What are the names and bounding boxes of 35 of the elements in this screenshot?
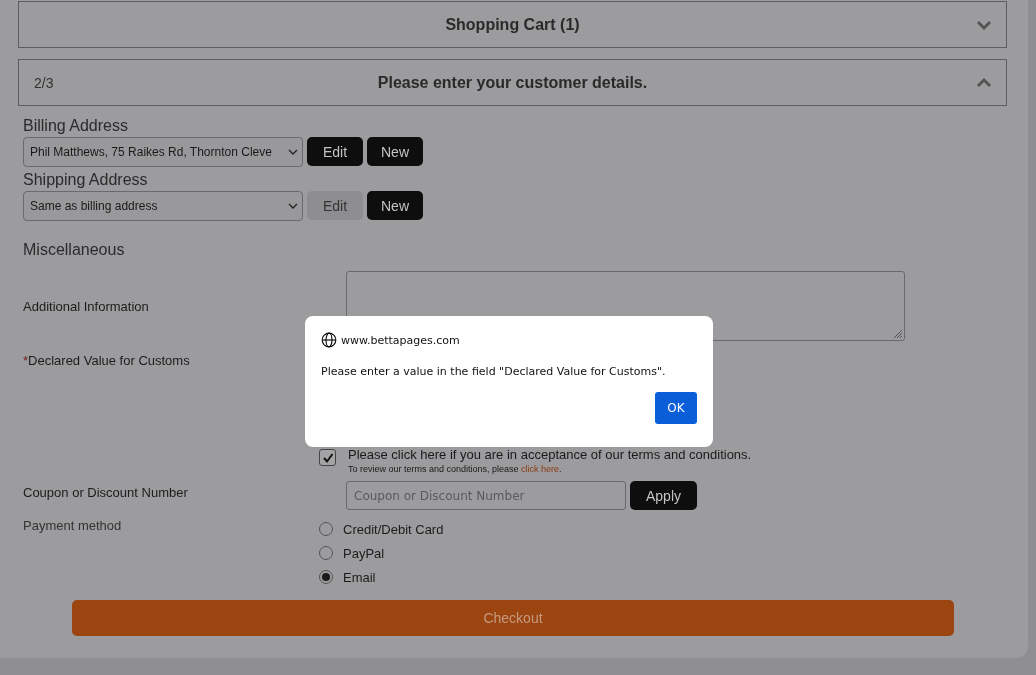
terms-note: To review our terms and conditions, please click here. <box>348 464 563 474</box>
address-dropdown[interactable]: Phil Matthews, 75 Raikes Rd, Thornton Cleve <box>23 137 303 167</box>
ok-button[interactable]: OK <box>655 392 697 424</box>
radio-label: Email <box>343 569 376 585</box>
radio-label: Credit/Debit Card <box>343 521 444 537</box>
check-icon <box>321 451 334 464</box>
apply-button[interactable]: Apply <box>630 481 697 510</box>
accordion-header[interactable]: 2/3 Please enter your customer details. <box>18 59 1007 106</box>
field-label: Coupon or Discount Number <box>23 484 189 500</box>
radio-label: PayPal <box>343 545 385 561</box>
chevron-icon <box>976 19 992 30</box>
terms-checkbox[interactable] <box>319 449 336 466</box>
section-label: Miscellaneous <box>23 241 126 259</box>
accordion-header[interactable]: Shopping Cart (1) <box>18 1 1007 48</box>
section-label: Shipping Address <box>23 171 149 189</box>
resize-grip-icon <box>891 327 903 339</box>
chevron-icon <box>288 149 298 155</box>
chevron-icon <box>288 203 298 209</box>
new-button[interactable]: New <box>367 191 423 220</box>
address-dropdown[interactable]: Same as billing address <box>23 191 303 221</box>
dialog-message: Please enter a value in the field "Declared Value for Customs". <box>321 365 667 378</box>
field-label: Payment method <box>23 518 123 535</box>
field-label: Additional Information <box>23 298 150 314</box>
globe-icon <box>321 332 337 348</box>
chevron-icon <box>976 77 992 88</box>
dialog-origin: www.bettapages.com <box>341 333 460 347</box>
section-label: Billing Address <box>23 117 129 135</box>
section-title: Shopping Cart (1) <box>445 15 580 34</box>
terms-text: Please click here if you are in acceptance of our terms and conditions. <box>348 447 752 462</box>
step-counter: 2/3 <box>34 74 54 91</box>
new-button[interactable]: New <box>367 137 423 166</box>
field-label: *Declared Value for Customs <box>23 353 191 370</box>
coupon-field[interactable]: Coupon or Discount Number <box>346 481 626 510</box>
edit-button[interactable]: Edit <box>307 137 363 166</box>
section-title: Please enter your customer details. <box>377 73 648 92</box>
